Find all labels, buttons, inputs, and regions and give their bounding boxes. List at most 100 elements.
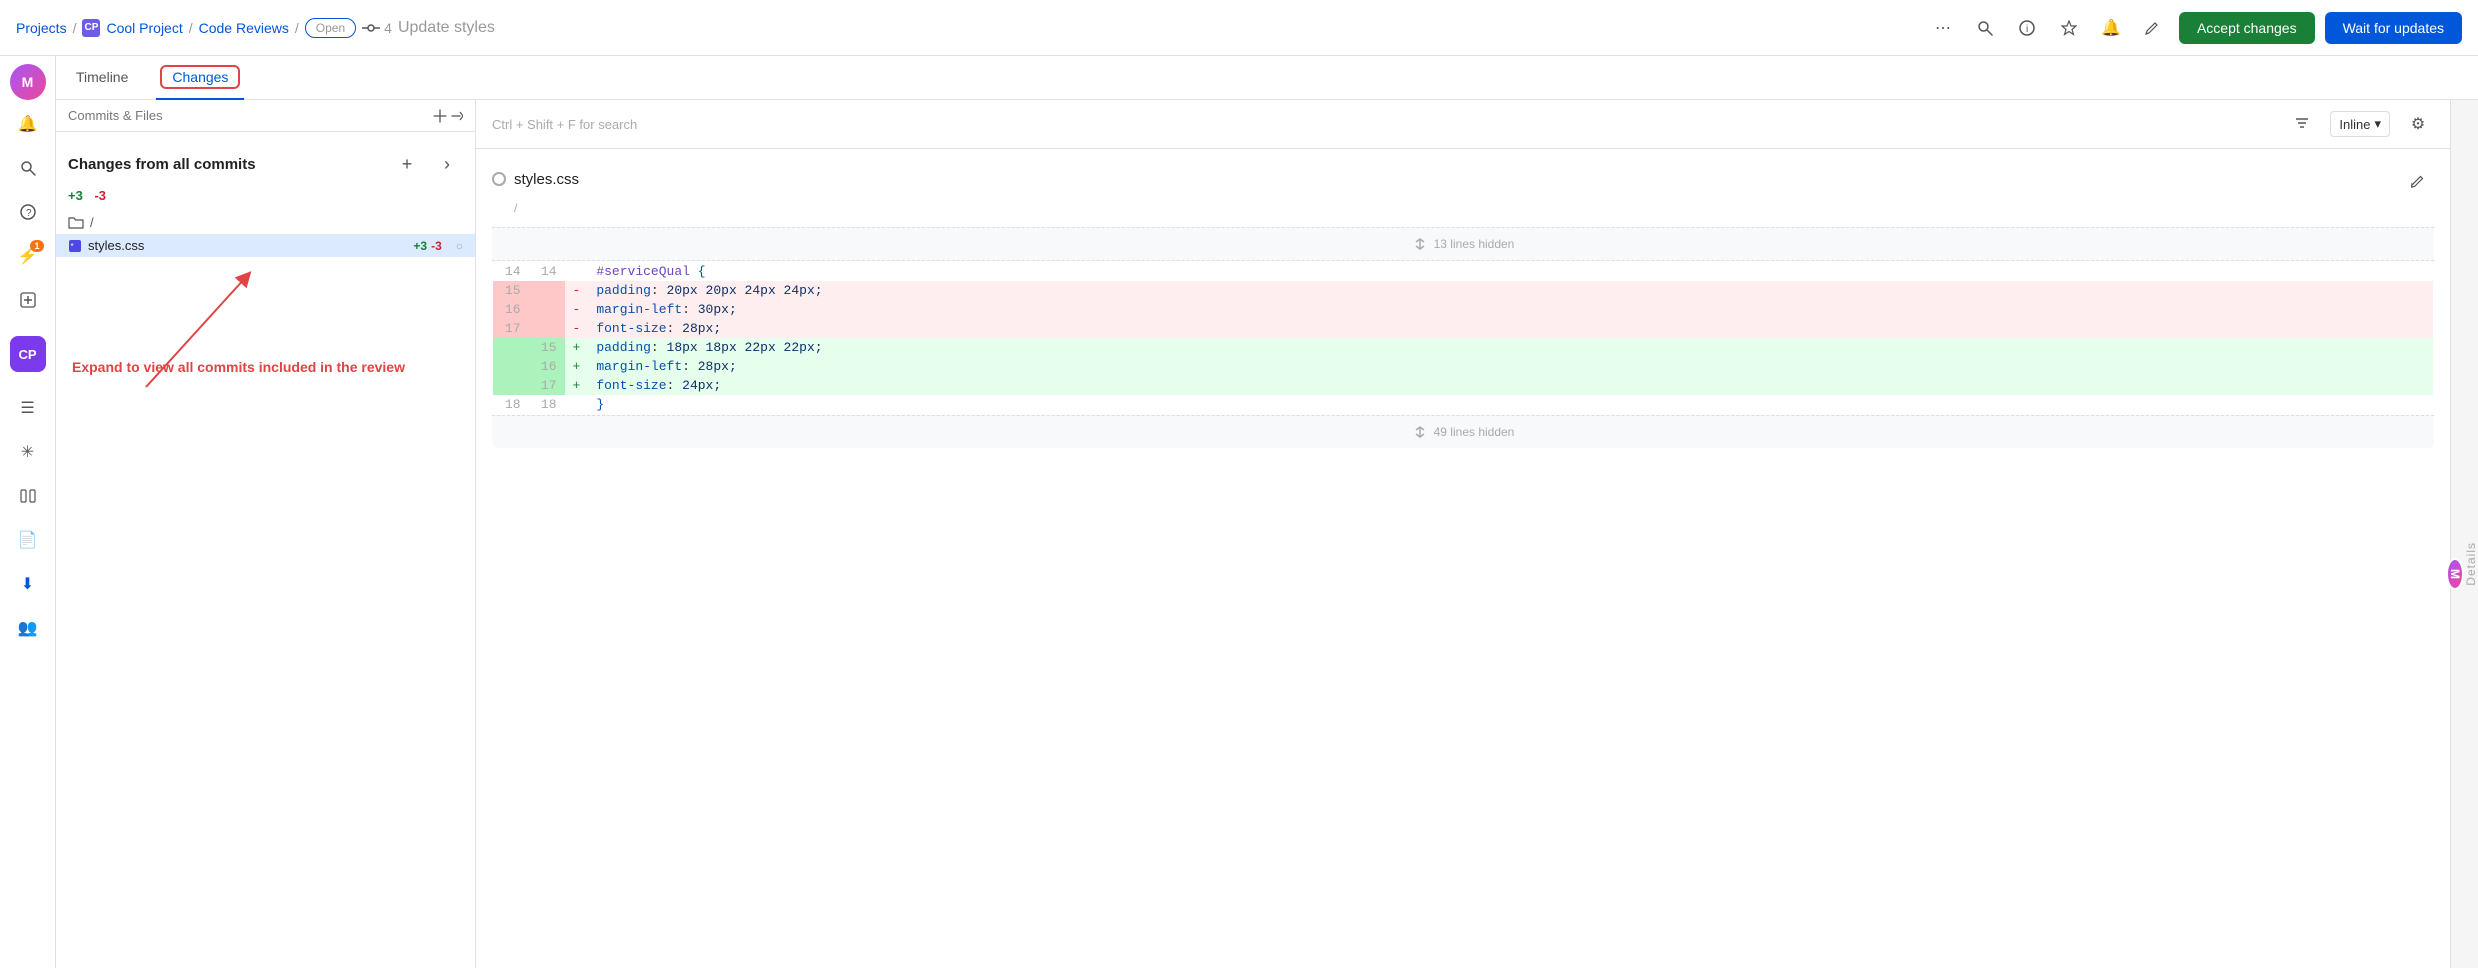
table-row: 16 + margin-left: 28px; [493,357,2434,376]
more-options-button[interactable]: ⋯ [1927,12,1959,44]
changes-section-header: Changes from all commits + › [56,140,475,184]
edit-file-button[interactable] [2402,165,2434,197]
folder-item[interactable]: / [56,211,475,234]
diff-toolbar: Ctrl + Shift + F for search Inline ▾ ⚙ [476,100,2450,149]
sidebar-doc-button[interactable]: 📄 [8,520,48,560]
line-num-old: 15 [493,281,529,300]
table-row: 18 18 } [493,395,2434,415]
wait-for-updates-button[interactable]: Wait for updates [2325,12,2462,44]
sidebar-star-button[interactable]: ✳ [8,432,48,472]
projects-link[interactable]: Projects [16,20,67,36]
file-add: +3 [413,239,427,253]
file-item-styles[interactable]: * styles.css +3 -3 ○ [56,234,475,257]
table-row: 16 - margin-left: 30px; [493,300,2434,319]
files-panel-body: Changes from all commits + › +3 -3 / [56,132,475,968]
page-title: Update styles [398,19,495,37]
line-num-new: 16 [529,357,565,376]
file-status-circle [492,172,506,186]
sidebar-help-button[interactable]: ? [8,192,48,232]
file-remove: -3 [431,239,442,253]
toggle-panel-icon [433,109,447,123]
sidebar-bell-button[interactable]: 🔔 [8,104,48,144]
project-badge[interactable]: CP [10,336,46,372]
star-button[interactable] [2053,12,2085,44]
diff-file-header: styles.css [492,171,579,188]
commit-icon [362,20,380,36]
sidebar-download-button[interactable]: ⬇ [8,564,48,604]
code-reviews-link[interactable]: Code Reviews [199,20,289,36]
line-num-old [493,338,529,357]
topbar: Projects / CP Cool Project / Code Review… [0,0,2478,56]
table-row: 17 + font-size: 24px; [493,376,2434,395]
add-change-button[interactable]: + [391,148,423,180]
content-area: Timeline Changes Commits & Files [56,56,2478,968]
svg-text:?: ? [26,208,32,219]
details-label[interactable]: Details [2464,542,2478,586]
files-panel: Commits & Files Changes from all commits… [56,100,476,968]
expand-changes-button[interactable]: › [431,148,463,180]
file-diff-stat: +3 -3 [413,239,441,253]
search-button[interactable] [1969,12,2001,44]
hidden-rows-top[interactable]: 13 lines hidden [492,227,2434,261]
diff-line-content: font-size: 28px; [588,319,2433,338]
diff-add: +3 [68,188,83,203]
hidden-rows-top-label: 13 lines hidden [1434,237,1515,251]
help-icon: ? [20,204,36,220]
details-avatar: M [2446,558,2464,590]
diff-line-content: padding: 20px 20px 24px 24px; [588,281,2433,300]
diff-line-content: margin-left: 30px; [588,300,2433,319]
diff-sign [565,262,589,282]
breadcrumb: Projects / CP Cool Project / Code Review… [16,18,1919,38]
search-icon [1977,20,1993,36]
diff-file-path: / [514,201,2434,215]
line-num-new [529,300,565,319]
sidebar-users-button[interactable]: 👥 [8,608,48,648]
diff-panel: Ctrl + Shift + F for search Inline ▾ ⚙ [476,100,2450,968]
avatar[interactable]: M [10,64,46,100]
annotation-area: Expand to view all commits included in t… [56,257,475,398]
diff-remove: -3 [94,188,106,203]
sidebar-add-button[interactable] [8,280,48,320]
edit-button[interactable] [2137,12,2169,44]
tab-timeline[interactable]: Timeline [72,56,132,100]
annotation-arrow [116,257,336,397]
diff-sign: - [565,319,589,338]
sidebar-lightning-button[interactable]: ⚡ 1 [8,236,48,276]
chevron-down-icon: ▾ [2374,116,2381,132]
sidebar-icons: M 🔔 ? ⚡ 1 CP ☰ ✳ 📄 ⬇ 👥 [0,56,56,968]
search-icon [20,160,36,176]
collapse-icon [449,109,463,123]
star-icon [2061,20,2077,36]
columns-icon [20,488,36,504]
accept-changes-button[interactable]: Accept changes [2179,12,2315,44]
diff-filename: styles.css [514,171,579,188]
sidebar-list-button[interactable]: ☰ [8,388,48,428]
diff-sign: - [565,281,589,300]
main-layout: M 🔔 ? ⚡ 1 CP ☰ ✳ 📄 ⬇ 👥 Timeline [0,56,2478,968]
hidden-rows-bottom[interactable]: 49 lines hidden [492,415,2434,448]
line-num-old: 16 [493,300,529,319]
table-row: 14 14 #serviceQual { [493,262,2434,282]
filter-icon [2294,117,2310,131]
filter-button[interactable] [2286,108,2318,140]
file-type-icon: * [68,239,82,253]
commits-files-label: Commits & Files [68,108,163,123]
line-num-new: 15 [529,338,565,357]
diff-table: 14 14 #serviceQual { 15 - padding: 20px … [492,261,2434,415]
sidebar-search-button[interactable] [8,148,48,188]
project-name-link[interactable]: Cool Project [106,20,182,36]
sidebar-columns-button[interactable] [8,476,48,516]
diff-line-content: margin-left: 28px; [588,357,2433,376]
settings-button[interactable]: ⚙ [2402,108,2434,140]
info-button[interactable]: i [2011,12,2043,44]
tab-changes[interactable]: Changes [156,56,244,100]
notification-button[interactable]: 🔔 [2095,12,2127,44]
table-row: 15 + padding: 18px 18px 22px 22px; [493,338,2434,357]
view-mode-dropdown[interactable]: Inline ▾ [2330,111,2390,137]
panel-toggle-button[interactable] [433,109,463,123]
diff-content: styles.css / 13 lines hidden [476,149,2450,968]
files-panel-header: Commits & Files [56,100,475,132]
diff-sign: + [565,357,589,376]
diff-sign [565,395,589,415]
diff-line-content: #serviceQual { [588,262,2433,282]
